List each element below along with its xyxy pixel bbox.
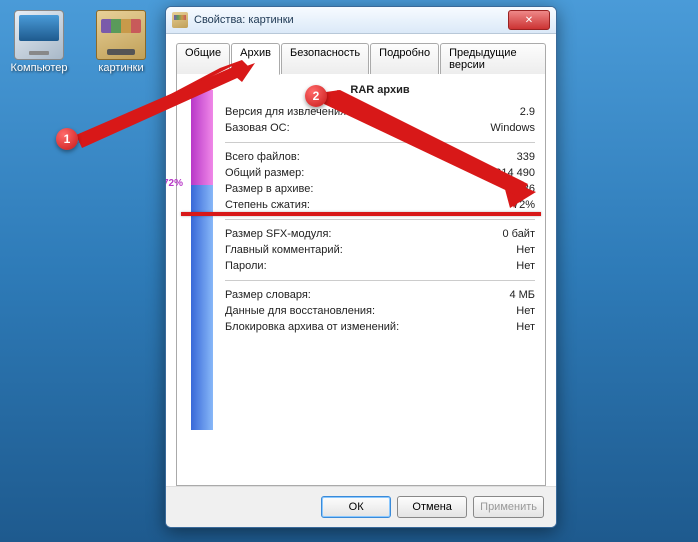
compression-bar: 72% — [187, 84, 217, 479]
value: Windows — [490, 120, 535, 136]
tab-general[interactable]: Общие — [176, 43, 230, 74]
label: Базовая ОС: — [225, 120, 290, 136]
titlebar[interactable]: Свойства: картинки — [166, 7, 556, 34]
archive-heading: RAR архив — [225, 84, 535, 96]
label: Всего файлов: — [225, 149, 300, 165]
desktop-icon-label: картинки — [86, 62, 156, 74]
label: Пароли: — [225, 258, 267, 274]
properties-window: Свойства: картинки Общие Архив Безопасно… — [165, 6, 557, 528]
rar-archive-icon — [96, 10, 146, 60]
value: 2.9 — [520, 104, 535, 120]
label: Блокировка архива от изменений: — [225, 319, 399, 335]
label: Размер в архиве: — [225, 181, 313, 197]
value: 72% — [513, 197, 535, 213]
desktop-icon-computer[interactable]: Компьютер — [4, 10, 74, 74]
value: 339 — [517, 149, 535, 165]
annotation-badge: 1 — [56, 128, 78, 150]
compression-percent: 72% — [165, 178, 183, 189]
value: 9 836 — [507, 181, 535, 197]
cancel-button[interactable]: Отмена — [397, 496, 467, 518]
label: Главный комментарий: — [225, 242, 343, 258]
tab-strip: Общие Архив Безопасность Подробно Предыд… — [176, 43, 546, 75]
annotation-badge: 2 — [305, 85, 327, 107]
tab-details[interactable]: Подробно — [370, 43, 439, 74]
label: Общий размер: — [225, 165, 304, 181]
tab-versions[interactable]: Предыдущие версии — [440, 43, 546, 74]
desktop-icon-archive[interactable]: картинки — [86, 10, 156, 74]
label: Размер словаря: — [225, 287, 311, 303]
close-button[interactable] — [508, 10, 550, 30]
tab-archive[interactable]: Архив — [231, 43, 280, 75]
value: 914 490 — [495, 165, 535, 181]
label: Степень сжатия: — [225, 197, 310, 213]
label: Размер SFX-модуля: — [225, 226, 331, 242]
ok-button[interactable]: ОК — [321, 496, 391, 518]
tab-security[interactable]: Безопасность — [281, 43, 369, 74]
computer-icon — [14, 10, 64, 60]
window-title: Свойства: картинки — [194, 14, 508, 26]
value: Нет — [516, 319, 535, 335]
value: Нет — [516, 303, 535, 319]
value: Нет — [516, 242, 535, 258]
rar-archive-icon — [172, 12, 188, 28]
value: 4 МБ — [509, 287, 535, 303]
label: Версия для извлечения: — [225, 104, 349, 120]
desktop-icon-label: Компьютер — [4, 62, 74, 74]
value: 0 байт — [502, 226, 535, 242]
value: Нет — [516, 258, 535, 274]
dialog-buttons: ОК Отмена Применить — [166, 486, 556, 527]
apply-button[interactable]: Применить — [473, 496, 544, 518]
label: Данные для восстановления: — [225, 303, 375, 319]
